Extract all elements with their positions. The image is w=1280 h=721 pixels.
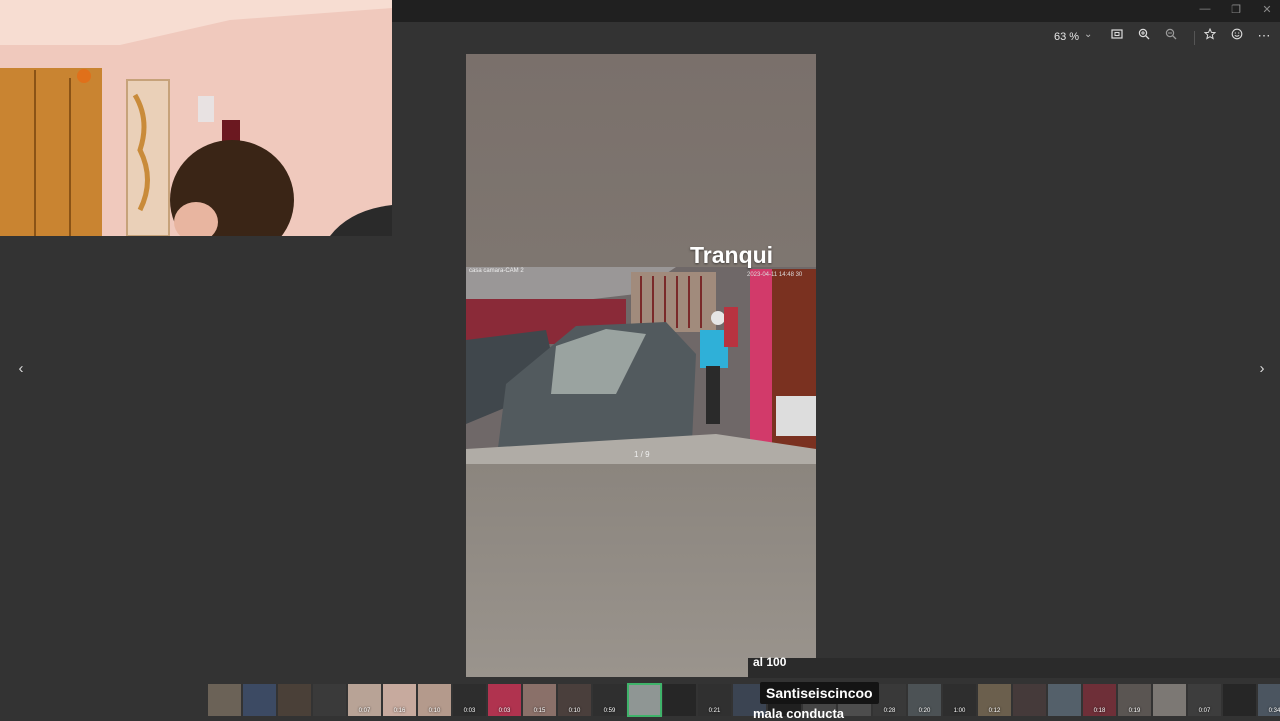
toolbar-divider [1194, 31, 1195, 45]
thumbnail-item[interactable]: 0:03 [453, 684, 486, 716]
thumbnail-item[interactable]: 0:34 [1258, 684, 1280, 716]
thumbnail-item[interactable] [208, 684, 241, 716]
zoom-in-icon[interactable] [1135, 28, 1153, 43]
viewer-toolbar: 63 % ⌄ ⋯ [1040, 27, 1280, 48]
story-image[interactable] [466, 54, 816, 677]
thumbnail-duration: 0:20 [918, 708, 931, 714]
thumbnail-item[interactable]: 0:19 [1118, 684, 1151, 716]
thumbnail-duration: 0:18 [1093, 708, 1106, 714]
thumbnail-item[interactable]: 0:21 [698, 684, 731, 716]
thumbnail-item[interactable]: 0:10 [418, 684, 451, 716]
thumbnail-item[interactable] [1153, 684, 1186, 716]
thumbnail-duration: 0:03 [463, 708, 476, 714]
media-viewer [466, 54, 816, 677]
thumbnail-item[interactable] [243, 684, 276, 716]
thumbnail-item[interactable] [1013, 684, 1046, 716]
camera-timestamp: 2023-04-11 14:48 30 [747, 272, 803, 278]
minimize-button[interactable]: — [1190, 3, 1220, 15]
thumbnail-item[interactable]: 1:00 [943, 684, 976, 716]
thumbnail-item[interactable]: 0:03 [488, 684, 521, 716]
thumbnail-duration: 0:10 [428, 708, 441, 714]
chat-username-caption: Santiseiscincoo [760, 682, 879, 704]
thumbnail-strip: 0:07 0:16 0:10 0:03 0:03 0:15 0:10 0:59 0:21 0:28… [208, 683, 1280, 718]
chevron-down-icon[interactable]: ⌄ [1084, 29, 1092, 40]
zoom-out-icon[interactable] [1162, 28, 1180, 43]
thumbnail-item[interactable]: 0:18 [1083, 684, 1116, 716]
emoji-icon[interactable] [1228, 28, 1246, 43]
thumbnail-duration: 0:03 [498, 708, 511, 714]
thumbnail-item[interactable]: 0:16 [383, 684, 416, 716]
chat-message-bottom: mala conducta [753, 706, 845, 721]
thumbnail-duration: 0:16 [393, 708, 406, 714]
thumbnail-item[interactable]: 0:12 [978, 684, 1011, 716]
thumbnail-duration: 0:28 [883, 708, 896, 714]
restore-button[interactable]: ❐ [1221, 3, 1251, 16]
webcam-image [0, 0, 392, 236]
thumbnail-duration: 0:07 [358, 708, 371, 714]
thumbnail-duration: 0:21 [708, 708, 721, 714]
thumbnail-item[interactable] [663, 684, 696, 716]
close-button[interactable]: ✕ [1252, 3, 1280, 16]
thumbnail-duration: 0:19 [1128, 708, 1141, 714]
thumbnail-duration: 1:00 [953, 708, 966, 714]
thumbnail-item[interactable]: 0:07 [348, 684, 381, 716]
thumbnail-duration: 0:07 [1198, 708, 1211, 714]
thumbnail-item[interactable] [278, 684, 311, 716]
thumbnail-duration: 0:59 [603, 708, 616, 714]
next-arrow-icon[interactable]: › [1254, 360, 1270, 377]
thumbnail-duration: 0:15 [533, 708, 546, 714]
thumbnail-duration: 0:10 [568, 708, 581, 714]
zoom-level[interactable]: 63 % [1054, 31, 1079, 43]
thumbnail-duration: 0:34 [1268, 708, 1280, 714]
page-indicator: 1 / 9 [634, 450, 650, 459]
thumbnail-item[interactable]: 0:20 [908, 684, 941, 716]
thumbnail-item[interactable] [1223, 684, 1256, 716]
webcam-feed [0, 0, 392, 236]
thumbnail-item[interactable]: 0:07 [1188, 684, 1221, 716]
thumbnail-item[interactable] [627, 683, 662, 717]
thumbnail-item[interactable] [313, 684, 346, 716]
thumbnail-item[interactable]: 0:10 [558, 684, 591, 716]
story-caption: Tranqui [690, 242, 774, 268]
star-icon[interactable] [1201, 27, 1219, 43]
window-titlebar: — ❐ ✕ [392, 0, 1280, 22]
fit-page-icon[interactable] [1108, 28, 1126, 43]
camera-label: casa camara-CAM 2 [469, 268, 524, 274]
thumbnail-item[interactable]: 0:15 [523, 684, 556, 716]
chat-message-top: al 100 [753, 655, 787, 669]
thumbnail-item[interactable] [1048, 684, 1081, 716]
previous-arrow-icon[interactable]: ‹ [13, 360, 29, 377]
more-icon[interactable]: ⋯ [1255, 28, 1273, 44]
chat-overlay-bar [748, 658, 1280, 678]
thumbnail-item[interactable]: 0:59 [593, 684, 626, 716]
thumbnail-duration: 0:12 [988, 708, 1001, 714]
